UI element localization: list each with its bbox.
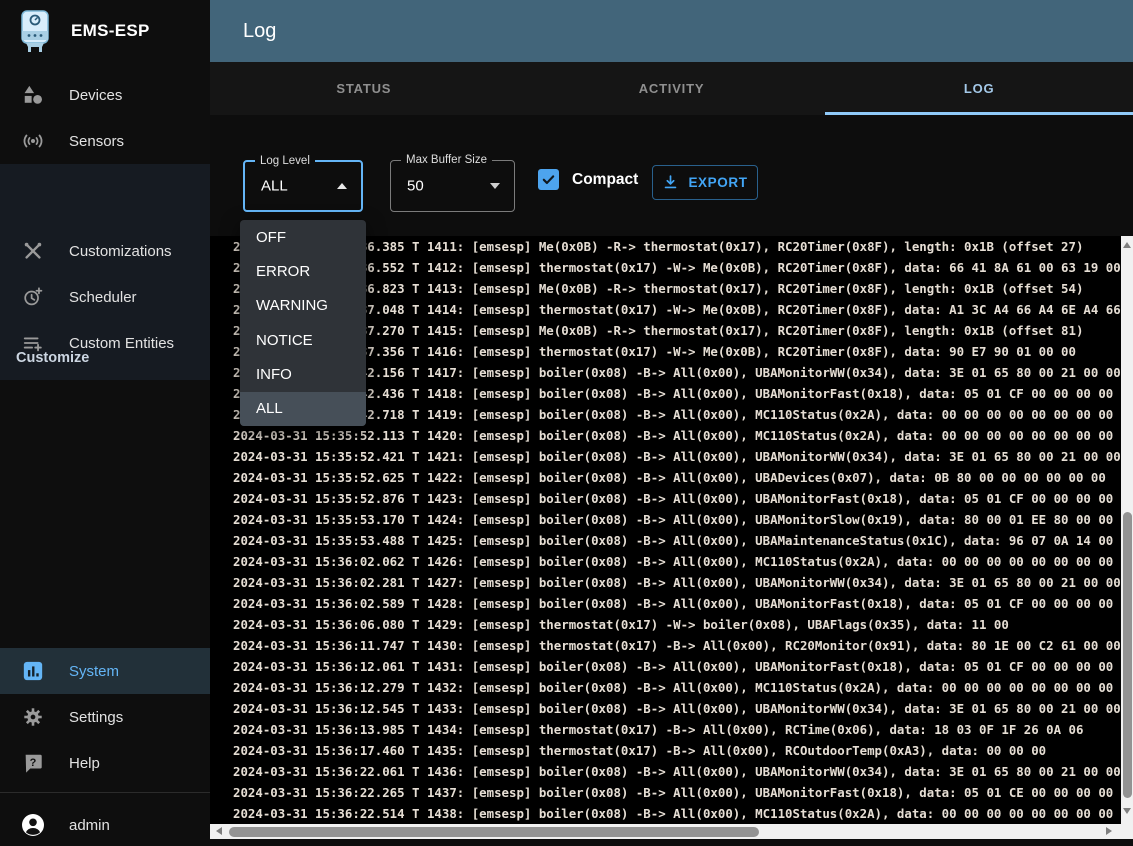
sidebar-item-label: Custom Entities	[69, 335, 174, 352]
sidebar-item-scheduler[interactable]: Scheduler	[0, 274, 210, 320]
app-title: EMS-ESP	[71, 21, 150, 41]
log-line: 2024-03-31 15:35:37.048 T 1414: [emsesp]…	[233, 299, 1121, 320]
app-logo-bar: EMS-ESP	[0, 0, 210, 62]
svg-text:?: ?	[30, 757, 37, 769]
sidebar-item-label: Sensors	[69, 133, 124, 150]
log-line: 2024-03-31 15:36:02.281 T 1427: [emsesp]…	[233, 572, 1121, 593]
scroll-left-arrow-icon[interactable]	[216, 827, 222, 835]
tab-status[interactable]: STATUS	[210, 62, 518, 115]
compact-label: Compact	[572, 171, 638, 189]
log-line: 2024-03-31 15:35:52.421 T 1421: [emsesp]…	[233, 446, 1121, 467]
sidebar-item-custom-entities[interactable]: Custom Entities	[0, 320, 210, 366]
tab-activity[interactable]: ACTIVITY	[518, 62, 826, 115]
sidebar-item-label: System	[69, 663, 119, 680]
help-icon: ?	[21, 751, 45, 775]
sidebar-item-label: Help	[69, 755, 100, 772]
log-line: 2024-03-31 15:35:36.823 T 1413: [emsesp]…	[233, 278, 1121, 299]
log-line: 2024-03-31 15:35:42.156 T 1417: [emsesp]…	[233, 362, 1121, 383]
log-line: 2024-03-31 15:35:52.625 T 1422: [emsesp]…	[233, 467, 1121, 488]
sidebar: EMS-ESP Devices	[0, 0, 210, 846]
log-line: 2024-03-31 15:36:12.061 T 1431: [emsesp]…	[233, 656, 1121, 677]
log-line: 2024-03-31 15:36:11.747 T 1430: [emsesp]…	[233, 635, 1121, 656]
log-level-option[interactable]: OFF	[240, 220, 366, 254]
sidebar-item-help[interactable]: ? Help	[0, 740, 210, 786]
sidebar-item-label: Customizations	[69, 243, 172, 260]
vertical-scrollbar[interactable]	[1121, 236, 1133, 824]
sidebar-item-label: Scheduler	[69, 289, 137, 306]
log-level-menu: OFFERRORWARNINGNOTICEINFOALL	[240, 220, 366, 426]
log-line: 2024-03-31 15:35:53.488 T 1425: [emsesp]…	[233, 530, 1121, 551]
scroll-right-arrow-icon[interactable]	[1106, 827, 1112, 835]
system-chart-icon	[21, 659, 45, 683]
download-icon	[662, 174, 679, 191]
tab-log[interactable]: LOG	[825, 62, 1133, 115]
log-level-option[interactable]: ERROR	[240, 254, 366, 288]
log-line: 2024-03-31 15:35:37.270 T 1415: [emsesp]…	[233, 320, 1121, 341]
list-add-icon	[21, 331, 45, 355]
log-level-option[interactable]: ALL	[240, 392, 366, 426]
log-line: 2024-03-31 15:36:22.514 T 1438: [emsesp]…	[233, 803, 1121, 824]
horizontal-scrollbar-thumb[interactable]	[229, 827, 759, 837]
export-label: EXPORT	[688, 175, 747, 190]
max-buffer-size-label: Max Buffer Size	[401, 154, 492, 167]
log-line: 2024-03-31 15:36:22.061 T 1436: [emsesp]…	[233, 761, 1121, 782]
sidebar-item-sensors[interactable]: Sensors	[0, 118, 210, 164]
sidebar-item-customizations[interactable]: Customizations	[0, 228, 210, 274]
log-line: 2024-03-31 15:36:06.080 T 1429: [emsesp]…	[233, 614, 1121, 635]
user-name: admin	[69, 817, 110, 834]
log-level-select[interactable]: Log Level ALL	[243, 160, 363, 212]
sidebar-item-admin[interactable]: admin	[0, 802, 210, 846]
max-buffer-size-value: 50	[407, 178, 424, 195]
page-title: Log	[243, 20, 276, 43]
gear-icon	[21, 705, 45, 729]
log-line: 2024-03-31 15:36:02.062 T 1426: [emsesp]…	[233, 551, 1121, 572]
compact-checkbox-control[interactable]: Compact	[538, 169, 638, 190]
log-level-label: Log Level	[255, 155, 315, 168]
ems-esp-app: EMS-ESP Devices	[0, 0, 1133, 846]
log-line: 2024-03-31 15:36:17.460 T 1435: [emsesp]…	[233, 740, 1121, 761]
log-line: 2024-03-31 15:35:36.385 T 1411: [emsesp]…	[233, 236, 1121, 257]
log-line: 2024-03-31 15:35:37.356 T 1416: [emsesp]…	[233, 341, 1121, 362]
clock-plus-icon	[21, 285, 45, 309]
log-level-option[interactable]: NOTICE	[240, 323, 366, 357]
scroll-up-arrow-icon[interactable]	[1123, 242, 1131, 248]
log-line: 2024-03-31 15:36:13.985 T 1434: [emsesp]…	[233, 719, 1121, 740]
log-line: 2024-03-31 15:35:52.876 T 1423: [emsesp]…	[233, 488, 1121, 509]
log-line: 2024-03-31 15:36:22.265 T 1437: [emsesp]…	[233, 782, 1121, 803]
sidebar-item-devices[interactable]: Devices	[0, 72, 210, 118]
log-line: 2024-03-31 15:36:12.279 T 1432: [emsesp]…	[233, 677, 1121, 698]
account-circle-icon	[21, 813, 45, 837]
compact-checkbox[interactable]	[538, 169, 559, 190]
sidebar-item-system[interactable]: System	[0, 648, 210, 694]
boiler-logo-icon	[17, 9, 53, 53]
tab-bar: STATUS ACTIVITY LOG	[210, 62, 1133, 115]
log-line: 2024-03-31 15:35:52.113 T 1420: [emsesp]…	[233, 425, 1121, 446]
sidebar-item-label: Settings	[69, 709, 123, 726]
horizontal-scrollbar[interactable]	[210, 824, 1133, 839]
app-bar: Log	[210, 0, 1133, 62]
vertical-scrollbar-thumb[interactable]	[1123, 512, 1132, 798]
log-line: 2024-03-31 15:36:02.589 T 1428: [emsesp]…	[233, 593, 1121, 614]
export-button[interactable]: EXPORT	[652, 165, 758, 200]
tools-icon	[21, 239, 45, 263]
log-line: 2024-03-31 15:35:42.718 T 1419: [emsesp]…	[233, 404, 1121, 425]
sidebar-divider	[0, 792, 210, 793]
scroll-down-arrow-icon[interactable]	[1123, 808, 1131, 814]
max-buffer-size-select[interactable]: Max Buffer Size 50	[390, 160, 515, 212]
log-line: 2024-03-31 15:35:53.170 T 1424: [emsesp]…	[233, 509, 1121, 530]
tab-indicator	[825, 112, 1133, 115]
log-line: 2024-03-31 15:35:42.436 T 1418: [emsesp]…	[233, 383, 1121, 404]
devices-icon	[21, 83, 45, 107]
log-level-option[interactable]: WARNING	[240, 289, 366, 323]
log-level-value: ALL	[261, 178, 288, 195]
sidebar-item-settings[interactable]: Settings	[0, 694, 210, 740]
chevron-up-icon	[337, 183, 347, 189]
checkmark-icon	[541, 172, 556, 187]
log-level-option[interactable]: INFO	[240, 357, 366, 391]
sidebar-item-label: Devices	[69, 87, 122, 104]
chevron-down-icon	[490, 183, 500, 189]
log-line: 2024-03-31 15:35:36.552 T 1412: [emsesp]…	[233, 257, 1121, 278]
log-line: 2024-03-31 15:36:12.545 T 1433: [emsesp]…	[233, 698, 1121, 719]
sensors-icon	[21, 129, 45, 153]
